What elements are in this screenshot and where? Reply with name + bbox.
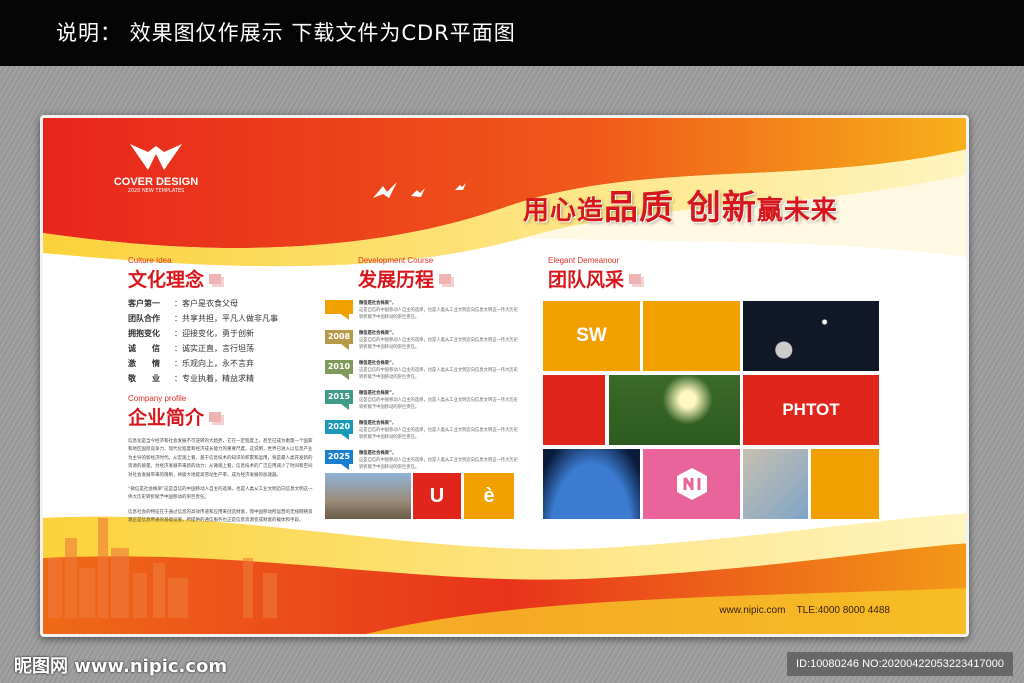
timeline-item: 微信是社会株梁”， 这是自信的中国移动人自主的选择，也是人类从工业文明迈向信息文明… [325, 300, 521, 328]
hexagon-logo-icon [676, 468, 707, 500]
profile-paragraph: 信息社会的特征在于通过信息的高效传递和应用来创造财富，而中国移动所运营的无线网络… [128, 509, 313, 524]
development-title: 发展历程 [358, 265, 452, 292]
tile-pink [643, 449, 740, 519]
city-photo [325, 473, 411, 519]
development-en: Development Course [358, 256, 434, 265]
tile-sw: SW [543, 301, 640, 371]
space-photo [743, 301, 879, 371]
year-tag: 2008 [325, 330, 353, 350]
year-tag: 2015 [325, 390, 353, 410]
profile-title: 企业简介 [128, 403, 313, 430]
logo-mark-icon [130, 144, 182, 170]
forest-photo [609, 375, 740, 445]
tile-phtot: PHTOT [743, 375, 879, 445]
tile-red [543, 375, 605, 445]
display-board: COVER DESIGN 2020 NEW TEMPLATES 用心造品质 创新… [40, 115, 969, 637]
culture-title: 文化理念 [128, 265, 313, 292]
logo-name: COVER DESIGN [113, 176, 199, 188]
culture-en: Culture Idea [128, 256, 172, 265]
footer-url: www.nipic.com [719, 605, 786, 616]
team-header: Elegant Demeanour 团队风采 [548, 256, 642, 292]
team-en: Elegant Demeanour [548, 256, 620, 265]
year-tag: 2010 [325, 360, 353, 380]
development-header: Development Course 发展历程 [358, 256, 452, 292]
profile-en: Company profile [128, 394, 187, 403]
watermark: 昵图网 www.nipic.com [14, 656, 228, 677]
team-title: 团队风采 [548, 265, 642, 292]
tile-orange-2 [811, 449, 879, 519]
image-id: ID:10080246 NO:20200422053223417000 [787, 652, 1013, 676]
year-tag: 2025 [325, 450, 353, 470]
culture-section: Culture Idea 文化理念 客户第一 ：客户是衣食父母团队合作 ：共享共担，… [128, 256, 313, 526]
caption: 说明： 效果图仅作展示 下载文件为CDR平面图 [56, 21, 516, 45]
timeline-item: 2015 微信是社会株梁”， 这是自信的中国移动人自主的选择，也是人类从工业文明迈向… [325, 390, 521, 418]
profile-paragraph: “微信是社会株梁”这是自信的中国移动人自主的选择，也是人类从工业文明迈向信息文明… [128, 487, 313, 501]
timeline-item: 2010 微信是社会株梁”， 这是自信的中国移动人自主的选择，也是人类从工业文明迈向… [325, 360, 521, 388]
profile-paragraph: 信息化是当今经济和社会发展不可逆转的大趋势，它在一定程度上，甚至已成为衡量一个国… [128, 439, 313, 478]
person-photo [743, 449, 808, 519]
logo: COVER DESIGN 2020 NEW TEMPLATES [111, 142, 201, 194]
culture-value: 客户第一 ：客户是衣食父母 [128, 299, 238, 308]
headline: 用心造品质 创新赢未来 [523, 188, 838, 228]
year-tag: 2020 [325, 420, 353, 440]
timeline-item: 2008 微信是社会株梁”， 这是自信的中国移动人自主的选择，也是人类从工业文明迈向… [325, 330, 521, 358]
footer-contact: www.nipic.com TLE:4000 8000 4488 [719, 605, 890, 616]
culture-value: 敬 业：专业执着，精益求精 [128, 374, 254, 383]
logo-sub: 2020 NEW TEMPLATES [127, 188, 185, 194]
earth-photo [543, 449, 640, 519]
culture-value: 团队合作 ：共享共担，平凡人做非凡事 [128, 314, 278, 323]
year-tag [325, 300, 353, 320]
culture-value: 拥抱变化 ：迎接变化，勇于创新 [128, 329, 254, 338]
tile-orange [643, 301, 740, 371]
tile-e: è [464, 473, 514, 519]
culture-value: 激 情：乐观向上，永不言弃 [128, 359, 254, 368]
tile-u: U [413, 473, 461, 519]
culture-value: 诚 信：诚实正直，言行坦荡 [128, 344, 254, 353]
timeline-item: 2020 微信是社会株梁”， 这是自信的中国移动人自主的选择，也是人类从工业文明迈向… [325, 420, 521, 448]
caption-bar: 说明： 效果图仅作展示 下载文件为CDR平面图 [0, 0, 1024, 66]
timeline: 微信是社会株梁”， 这是自信的中国移动人自主的选择，也是人类从工业文明迈向信息文明… [325, 300, 521, 480]
footer-tel: TLE:4000 8000 4488 [796, 605, 890, 616]
